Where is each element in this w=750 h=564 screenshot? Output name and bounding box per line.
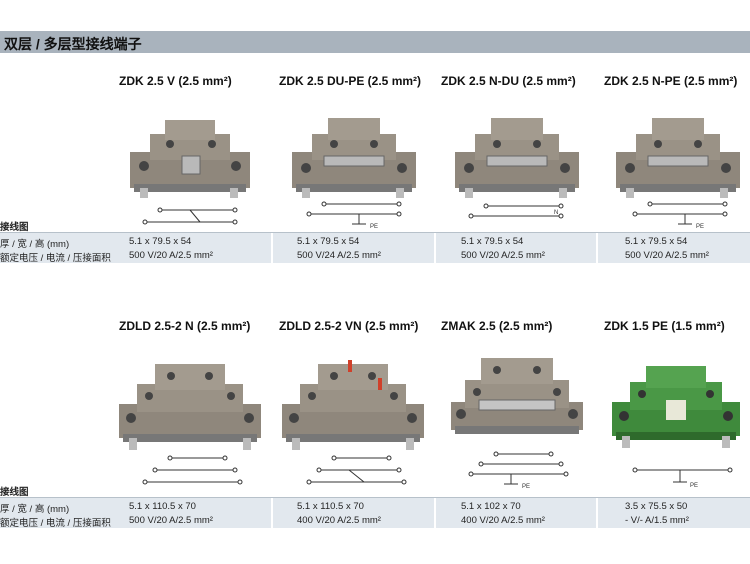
product-title-zdk-2-5-n-du: ZDK 2.5 N-DU (2.5 mm²) (441, 74, 576, 88)
wiring-label: 接线图 (0, 222, 29, 233)
product-title-zdk-2-5-n-pe: ZDK 2.5 N-PE (2.5 mm²) (604, 74, 738, 88)
wiring-diagram: PE (632, 467, 733, 489)
dimension-value: 5.1 x 79.5 x 54 (461, 236, 524, 247)
wiring-label: 接线图 (0, 487, 29, 498)
divider (596, 498, 598, 528)
dimensions-label: 厚 / 宽 / 高 (mm) (0, 504, 70, 515)
terminal-block-image (616, 118, 740, 198)
product-title-zdld-2-5-2-vn: ZDLD 2.5-2 VN (2.5 mm²) (279, 319, 419, 333)
n-label: N (554, 210, 558, 216)
product-title-zdk-2-5-du-pe: ZDK 2.5 DU-PE (2.5 mm²) (279, 74, 422, 88)
wiring-diagram: N (468, 203, 564, 219)
wiring-diagram (306, 455, 407, 485)
divider (271, 498, 273, 528)
wiring-diagram: PE (632, 201, 728, 230)
rating-value: 500 V/20 A/2.5 mm² (129, 515, 213, 526)
pe-label: PE (522, 484, 530, 490)
divider (271, 233, 273, 263)
pe-label: PE (370, 224, 378, 230)
dimension-value: 5.1 x 79.5 x 54 (625, 236, 688, 247)
rating-label: 额定电压 / 电流 / 压接面积 (0, 253, 111, 264)
divider (434, 498, 436, 528)
product-title-zdk-1-5-pe: ZDK 1.5 PE (1.5 mm²) (604, 319, 725, 333)
terminal-block-image (292, 118, 416, 198)
dimension-value: 5.1 x 110.5 x 70 (297, 501, 364, 512)
rating-value: 500 V/20 A/2.5 mm² (625, 250, 709, 261)
section-header: 双层 / 多层型接线端子 (0, 31, 750, 53)
dimension-value: 5.1 x 79.5 x 54 (129, 236, 192, 247)
rating-value: - V/- A/1.5 mm² (625, 515, 689, 526)
rating-value: 400 V/20 A/2.5 mm² (297, 515, 381, 526)
rating-value: 400 V/20 A/2.5 mm² (461, 515, 545, 526)
wiring-diagram: PE (468, 451, 569, 490)
product-title-zmak-2-5: ZMAK 2.5 (2.5 mm²) (441, 319, 553, 333)
dimension-value: 5.1 x 110.5 x 70 (129, 501, 196, 512)
dimension-value: 5.1 x 79.5 x 54 (297, 236, 360, 247)
product-title-zdk-2-5-v: ZDK 2.5 V (2.5 mm²) (119, 74, 232, 88)
pe-label: PE (696, 224, 704, 230)
terminal-block-image (451, 358, 583, 434)
terminal-block-image (455, 118, 579, 198)
dimensions-label: 厚 / 宽 / 高 (mm) (0, 239, 70, 250)
divider (596, 233, 598, 263)
wiring-diagram (142, 455, 243, 485)
terminal-block-image (282, 360, 424, 450)
wiring-diagram (142, 207, 238, 225)
rating-value: 500 V/20 A/2.5 mm² (129, 250, 213, 261)
rating-label: 额定电压 / 电流 / 压接面积 (0, 518, 111, 529)
terminal-block-image (612, 366, 740, 448)
dimension-value: 5.1 x 102 x 70 (461, 501, 521, 512)
terminal-block-image (119, 364, 261, 450)
wiring-diagram: PE (306, 201, 402, 230)
dimension-value: 3.5 x 75.5 x 50 (625, 501, 688, 512)
terminal-block-image (130, 120, 250, 198)
divider (434, 233, 436, 263)
rating-value: 500 V/20 A/2.5 mm² (461, 250, 545, 261)
section-title: 双层 / 多层型接线端子 (4, 36, 142, 52)
product-title-zdld-2-5-2-n: ZDLD 2.5-2 N (2.5 mm²) (119, 319, 251, 333)
pe-label: PE (690, 483, 698, 489)
rating-value: 500 V/24 A/2.5 mm² (297, 250, 381, 261)
